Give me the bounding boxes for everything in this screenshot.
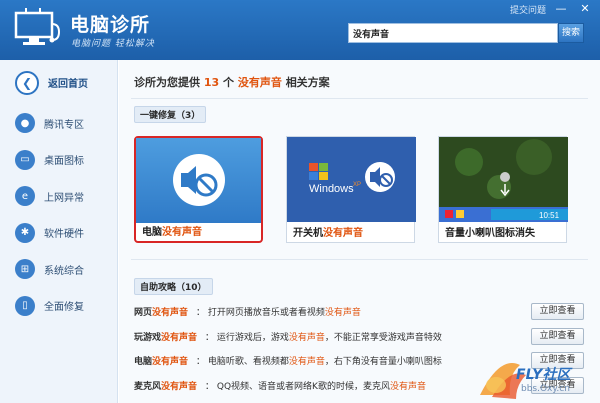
card-caption: 开关机没有声音 xyxy=(293,228,363,239)
guide-title: 麦克风没有声音 xyxy=(134,381,198,392)
headline-prefix: 诊所为您提供 xyxy=(134,76,200,89)
fix-card-volume-icon-missing[interactable]: 10:51 音量小喇叭图标消失 xyxy=(438,136,568,243)
view-now-button[interactable]: 立即查看 xyxy=(531,302,584,320)
sidebar-item-label: 腾讯专区 xyxy=(44,119,84,131)
sidebar-item-full-repair[interactable]: ▯ 全面修复 xyxy=(0,288,117,325)
sidebar-item-internet[interactable]: e 上网异常 xyxy=(0,178,117,215)
windows-xp-thumbnail: Windows XP xyxy=(287,137,416,222)
guide-row[interactable]: 玩游戏没有声音 ： 运行游戏后，游戏没有声音，不能正常享受游戏声音特效 立即查看 xyxy=(134,325,584,347)
guide-title: 玩游戏没有声音 xyxy=(134,332,198,343)
sidebar-item-system[interactable]: ⊞ 系统综合 xyxy=(0,251,117,288)
xp-logo-text: XP xyxy=(353,182,361,188)
watermark-url: bbs.Oxy.cn xyxy=(521,384,570,394)
windows-icon: ⊞ xyxy=(15,259,35,280)
search-button[interactable]: 搜索 xyxy=(558,23,584,43)
minimize-button[interactable]: — xyxy=(552,2,570,16)
guide-row[interactable]: 网页没有声音 ： 打开网页播放音乐或者看视频没有声音 立即查看 xyxy=(134,300,584,322)
sidebar-item-label: 软件硬件 xyxy=(44,229,84,241)
result-count: 13 xyxy=(203,76,220,89)
feedback-link[interactable]: 提交问题 xyxy=(510,3,546,16)
tray-volume-thumbnail: 10:51 xyxy=(439,137,568,222)
guide-title: 网页没有声音 xyxy=(134,307,189,318)
title-bar: 电脑诊所 电脑问题 轻松解决 提交问题 — ✕ 搜索 xyxy=(0,0,600,60)
app-tagline: 电脑问题 轻松解决 xyxy=(71,39,155,49)
sidebar-item-desktop-icons[interactable]: ▭ 桌面图标 xyxy=(0,142,117,179)
app-title: 电脑诊所 xyxy=(70,14,151,36)
sidebar-item-label: 上网异常 xyxy=(44,192,84,204)
sidebar-item-hardware[interactable]: ✱ 软件硬件 xyxy=(0,215,117,252)
sidebar-item-label: 全面修复 xyxy=(44,302,84,314)
card-caption: 电脑没有声音 xyxy=(142,227,202,238)
ie-icon: e xyxy=(15,186,35,207)
headline-suffix: 相关方案 xyxy=(285,76,330,89)
sidebar-item-home[interactable]: ❮ 返回首页 xyxy=(0,60,117,105)
window-controls: 提交问题 — ✕ xyxy=(510,2,594,16)
card-caption: 音量小喇叭图标消失 xyxy=(445,228,535,239)
sidebar-item-tencent[interactable]: ● 腾讯专区 xyxy=(0,105,117,142)
view-now-button[interactable]: 立即查看 xyxy=(531,327,584,345)
monitor-icon: ▭ xyxy=(15,149,35,170)
divider xyxy=(131,98,588,99)
watermark-brand: FLY社区 xyxy=(516,367,571,383)
search-bar: 搜索 xyxy=(348,23,586,43)
sidebar-item-label: 桌面图标 xyxy=(44,156,84,168)
guide-description: ： 运行游戏后，游戏没有声音，不能正常享受游戏声音特效 xyxy=(205,332,442,343)
sidebar: ❮ 返回首页 ● 腾讯专区 ▭ 桌面图标 e 上网异常 ✱ 软件硬件 ⊞ 系统综… xyxy=(0,60,118,403)
section-title-self-help: 自助攻略（10） xyxy=(134,278,213,295)
search-input[interactable] xyxy=(348,23,558,43)
guide-description: ： 打开网页播放音乐或者看视频没有声音 xyxy=(196,307,361,318)
section-title-quick-fix: 一键修复（3） xyxy=(134,106,207,123)
penguin-icon: ● xyxy=(15,113,35,134)
fix-card-pc-no-sound[interactable]: 电脑没有声音 xyxy=(134,136,263,243)
tray-clock-text: 10:51 xyxy=(539,211,560,220)
fix-card-startup-no-sound[interactable]: Windows XP 开关机没有声音 xyxy=(286,136,416,243)
headline-unit: 个 xyxy=(223,76,234,89)
back-arrow-icon: ❮ xyxy=(15,70,39,95)
mute-speaker-thumbnail xyxy=(136,138,261,223)
windows-logo-text: Windows xyxy=(309,183,354,195)
phone-icon: ▯ xyxy=(15,295,35,316)
monitor-stethoscope-logo-icon xyxy=(14,8,61,45)
headline-keyword: 没有声音 xyxy=(237,76,282,89)
divider xyxy=(131,259,588,260)
close-button[interactable]: ✕ xyxy=(576,2,594,16)
sidebar-item-label: 系统综合 xyxy=(44,265,84,277)
gear-icon: ✱ xyxy=(15,222,35,243)
sidebar-item-label: 返回首页 xyxy=(48,79,88,90)
guide-title: 电脑没有声音 xyxy=(134,356,189,367)
results-headline: 诊所为您提供 13 个 没有声音 相关方案 xyxy=(134,74,330,90)
